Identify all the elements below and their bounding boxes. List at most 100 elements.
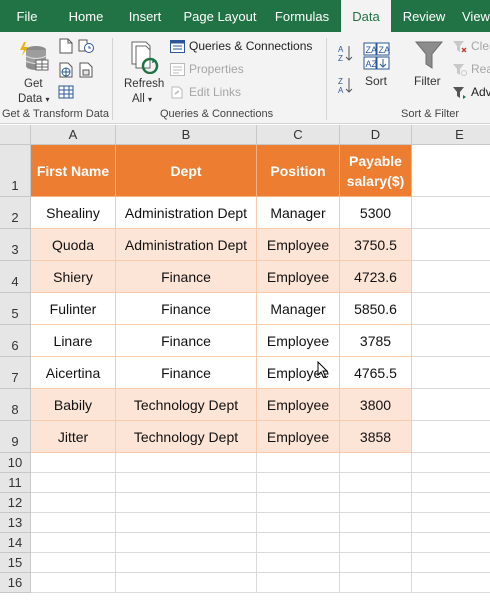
- table-cell[interactable]: Technology Dept: [116, 421, 257, 453]
- sort-button[interactable]: ZA ZA AZ Sort: [360, 40, 394, 90]
- empty-cell[interactable]: [31, 513, 116, 533]
- table-cell[interactable]: Fulinter: [31, 293, 116, 325]
- table-cell[interactable]: 3785: [340, 325, 412, 357]
- row-header[interactable]: 8: [0, 389, 31, 421]
- table-cell[interactable]: Employee: [257, 421, 340, 453]
- empty-cell[interactable]: [116, 573, 257, 593]
- table-cell[interactable]: Shiery: [31, 261, 116, 293]
- table-header-cell[interactable]: First Name: [31, 145, 116, 197]
- table-cell[interactable]: 4765.5: [340, 357, 412, 389]
- from-table-icon[interactable]: [58, 84, 74, 100]
- row-header[interactable]: 6: [0, 325, 31, 357]
- table-cell[interactable]: Employee: [257, 325, 340, 357]
- tab-view[interactable]: View: [462, 0, 490, 32]
- table-cell[interactable]: Linare: [31, 325, 116, 357]
- empty-cell[interactable]: [116, 473, 257, 493]
- empty-cell[interactable]: [412, 357, 490, 389]
- empty-cell[interactable]: [116, 533, 257, 553]
- empty-cell[interactable]: [257, 513, 340, 533]
- tab-insert[interactable]: Insert: [122, 0, 168, 32]
- table-cell[interactable]: Shealiny: [31, 197, 116, 229]
- empty-cell[interactable]: [31, 533, 116, 553]
- table-cell[interactable]: Manager: [257, 197, 340, 229]
- empty-cell[interactable]: [412, 453, 490, 473]
- empty-cell[interactable]: [116, 493, 257, 513]
- tab-data[interactable]: Data: [341, 0, 391, 32]
- row-header[interactable]: 1: [0, 145, 31, 197]
- row-header[interactable]: 11: [0, 473, 31, 493]
- recent-sources-icon[interactable]: [78, 38, 94, 54]
- table-cell[interactable]: Aicertina: [31, 357, 116, 389]
- table-cell[interactable]: 3858: [340, 421, 412, 453]
- table-cell[interactable]: Employee: [257, 389, 340, 421]
- table-cell[interactable]: Finance: [116, 261, 257, 293]
- empty-cell[interactable]: [412, 473, 490, 493]
- sort-az-icon[interactable]: A Z: [338, 44, 354, 62]
- row-header[interactable]: 14: [0, 533, 31, 553]
- sort-za-icon[interactable]: Z A: [338, 76, 354, 94]
- filter-button[interactable]: Filter: [410, 38, 448, 90]
- existing-connections-icon[interactable]: [78, 62, 94, 78]
- empty-cell[interactable]: [31, 473, 116, 493]
- row-header[interactable]: 5: [0, 293, 31, 325]
- queries-connections-button[interactable]: Queries & Connections: [170, 39, 312, 53]
- row-header[interactable]: 10: [0, 453, 31, 473]
- worksheet-grid[interactable]: A B C D E 1 2 3 4 5 6 7 8 9 10 11 12 13 …: [0, 125, 490, 600]
- advanced-button[interactable]: Advanced: [452, 85, 490, 99]
- empty-cell[interactable]: [340, 473, 412, 493]
- table-cell[interactable]: Manager: [257, 293, 340, 325]
- empty-cell[interactable]: [340, 553, 412, 573]
- empty-cell[interactable]: [412, 389, 490, 421]
- tab-review[interactable]: Review: [398, 0, 450, 32]
- table-cell[interactable]: Finance: [116, 357, 257, 389]
- column-header-a[interactable]: A: [31, 125, 116, 145]
- empty-cell[interactable]: [31, 573, 116, 593]
- tab-page-layout[interactable]: Page Layout: [180, 0, 260, 32]
- table-cell[interactable]: Finance: [116, 325, 257, 357]
- empty-cell[interactable]: [412, 533, 490, 553]
- row-header[interactable]: 7: [0, 357, 31, 389]
- edit-links-button[interactable]: Edit Links: [170, 85, 241, 99]
- table-cell[interactable]: 3750.5: [340, 229, 412, 261]
- table-cell[interactable]: Administration Dept: [116, 197, 257, 229]
- table-cell[interactable]: Babily: [31, 389, 116, 421]
- table-header-cell[interactable]: Dept: [116, 145, 257, 197]
- column-header-b[interactable]: B: [116, 125, 257, 145]
- row-header[interactable]: 12: [0, 493, 31, 513]
- table-cell[interactable]: Quoda: [31, 229, 116, 261]
- empty-cell[interactable]: [340, 533, 412, 553]
- row-header[interactable]: 3: [0, 229, 31, 261]
- row-header[interactable]: 16: [0, 573, 31, 593]
- row-header[interactable]: 15: [0, 553, 31, 573]
- empty-cell[interactable]: [116, 513, 257, 533]
- table-cell[interactable]: 5300: [340, 197, 412, 229]
- table-cell[interactable]: Jitter: [31, 421, 116, 453]
- empty-cell[interactable]: [340, 573, 412, 593]
- empty-cell[interactable]: [257, 473, 340, 493]
- empty-cell[interactable]: [412, 553, 490, 573]
- empty-cell[interactable]: [412, 325, 490, 357]
- empty-cell[interactable]: [257, 573, 340, 593]
- from-web-icon[interactable]: [58, 62, 74, 78]
- tab-file[interactable]: File: [8, 0, 46, 32]
- column-header-e[interactable]: E: [412, 125, 490, 145]
- empty-cell[interactable]: [412, 197, 490, 229]
- empty-cell[interactable]: [31, 493, 116, 513]
- select-all-corner[interactable]: [0, 125, 31, 145]
- empty-cell[interactable]: [340, 493, 412, 513]
- table-cell[interactable]: Finance: [116, 293, 257, 325]
- empty-cell[interactable]: [412, 229, 490, 261]
- column-header-c[interactable]: C: [257, 125, 340, 145]
- tab-formulas[interactable]: Formulas: [270, 0, 334, 32]
- reapply-button[interactable]: Reapply: [452, 62, 490, 76]
- empty-cell[interactable]: [116, 453, 257, 473]
- clear-button[interactable]: Clear: [452, 39, 490, 53]
- empty-cell[interactable]: [412, 493, 490, 513]
- table-cell[interactable]: 3800: [340, 389, 412, 421]
- properties-button[interactable]: Properties: [170, 62, 244, 76]
- row-header[interactable]: 4: [0, 261, 31, 293]
- table-cell[interactable]: Employee: [257, 229, 340, 261]
- table-header-cell[interactable]: Position: [257, 145, 340, 197]
- empty-cell[interactable]: [412, 145, 490, 197]
- row-header[interactable]: 13: [0, 513, 31, 533]
